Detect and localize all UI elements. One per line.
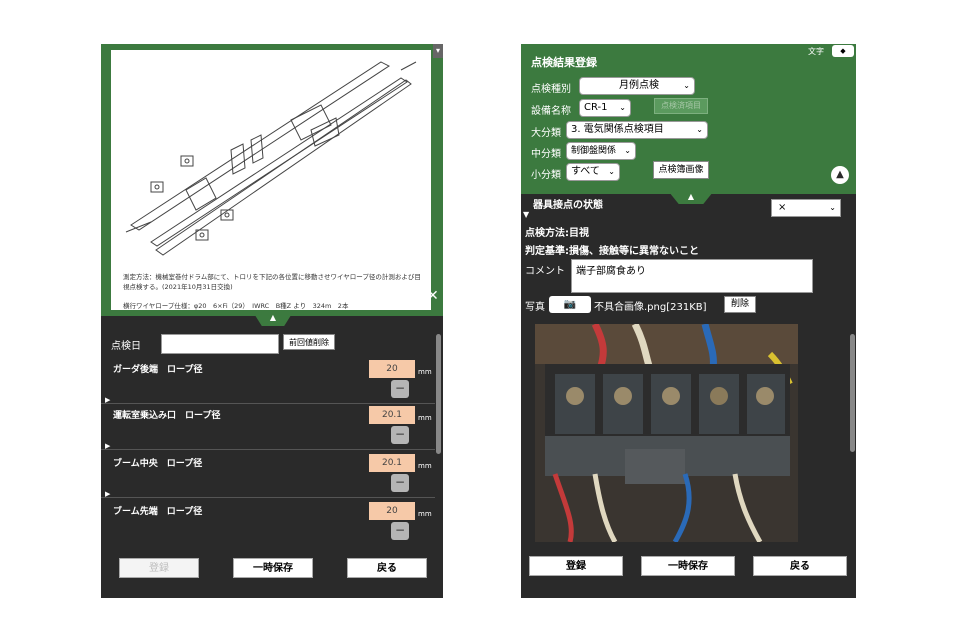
date-input[interactable] [161, 334, 279, 354]
equipment-label: 設備名称 [531, 106, 571, 117]
minus-button[interactable]: − [391, 474, 409, 492]
chevron-down-icon: ⌄ [829, 203, 836, 212]
diagram-scroll-down-icon[interactable]: ▾ [433, 44, 443, 58]
chevron-up-icon: ▲ [269, 313, 277, 322]
major-category-label: 大分類 [531, 128, 561, 139]
measurement-item: ブーム先端 ロープ径 20 mm − [101, 500, 435, 546]
measurement-note: 測定方法：機械室巻付ドラム部にて、トロリを下記の各位置に移動させワイヤロープ径の… [123, 273, 421, 291]
rope-diameter-input[interactable]: 20 [369, 360, 415, 378]
equipment-select[interactable]: CR-1 ⌄ [579, 99, 631, 117]
middle-category-label: 中分類 [531, 149, 561, 160]
expand-arrow-icon[interactable]: ▶ [105, 442, 110, 450]
expand-arrow-icon[interactable]: ▶ [105, 490, 110, 498]
photo-filename: 不具合画像.png[231KB] [594, 302, 707, 313]
inspection-method: 点検方法:目視 [525, 228, 589, 239]
item-name: 運転室乗込み口 ロープ径 [113, 411, 221, 421]
font-size-select[interactable]: ◆ [832, 45, 854, 57]
inspection-date-row: 点検日 前回値削除 [101, 334, 443, 354]
close-diagram-icon[interactable]: ✕ [427, 288, 439, 304]
delete-photo-button[interactable]: 削除 [724, 296, 756, 313]
item-name: ブーム中央 ロープ径 [113, 459, 203, 469]
inspection-entry-panel: 測定方法：機械室巻付ドラム部にて、トロリを下記の各位置に移動させワイヤロープ径の… [101, 44, 443, 598]
middle-category-value: 制御盤関係 [571, 146, 617, 156]
unit-label: mm [418, 510, 432, 518]
chevron-down-icon: ⌄ [619, 103, 626, 112]
rope-spec: 横行ワイヤロープ仕様：φ20 6×Fi（29） IWRC B種Z より 324m… [123, 302, 349, 310]
measurement-item: ブーム中央 ロープ径 20.1 mm − ▶ [101, 452, 435, 498]
major-category-select[interactable]: 3. 電気関係点検項目 ⌄ [566, 121, 708, 139]
rope-diameter-input[interactable]: 20 [369, 502, 415, 520]
item-name: ガーダ後端 ロープ径 [113, 365, 203, 375]
status-value: × [778, 202, 787, 213]
crane-diagram: 測定方法：機械室巻付ドラム部にて、トロリを下記の各位置に移動させワイヤロープ径の… [111, 50, 431, 310]
scrollbar[interactable] [436, 334, 441, 454]
minor-category-label: 小分類 [531, 170, 561, 181]
chevron-down-icon: ⌄ [696, 125, 703, 134]
minus-button[interactable]: − [391, 426, 409, 444]
action-bar: 登録 一時保存 戻る [521, 548, 856, 598]
inspection-type-label: 点検種別 [531, 84, 571, 95]
comment-label: コメント [525, 266, 565, 277]
log-image-button[interactable]: 点検簿画像 [653, 161, 709, 179]
diagram-frame: 測定方法：機械室巻付ドラム部にて、トロリを下記の各位置に移動させワイヤロープ径の… [101, 44, 443, 316]
middle-category-select[interactable]: 制御盤関係 ⌄ [566, 142, 636, 160]
equipment-value: CR-1 [584, 102, 608, 113]
minus-button[interactable]: − [391, 522, 409, 540]
inspection-result-panel: 文字 ◆ 点検結果登録 点検種別 月例点検 ⌄ 設備名称 CR-1 ⌄ 点検済項目 … [521, 44, 856, 598]
inspection-type-select[interactable]: 月例点検 ⌄ [579, 77, 695, 95]
chevron-down-icon: ⌄ [624, 146, 631, 155]
camera-icon[interactable]: 📷 [549, 296, 591, 313]
temp-save-button[interactable]: 一時保存 [641, 556, 735, 576]
status-select[interactable]: × ⌄ [771, 199, 841, 217]
scrollbar[interactable] [850, 334, 855, 452]
minus-button[interactable]: − [391, 380, 409, 398]
temp-save-button[interactable]: 一時保存 [233, 558, 313, 578]
clear-previous-button[interactable]: 前回値削除 [283, 334, 335, 350]
comment-textarea[interactable]: 端子部腐食あり [571, 259, 813, 293]
font-size-label: 文字 [808, 47, 824, 56]
rope-diameter-input[interactable]: 20.1 [369, 406, 415, 424]
back-button[interactable]: 戻る [347, 558, 427, 578]
inspection-type-value: 月例点検 [619, 80, 659, 91]
unit-label: mm [418, 462, 432, 470]
section-title: 器具接点の状態 [533, 200, 603, 211]
collapse-filter-tab[interactable]: ▲ [669, 192, 713, 204]
filter-header: 文字 ◆ 点検結果登録 点検種別 月例点検 ⌄ 設備名称 CR-1 ⌄ 点検済項目 … [521, 44, 856, 194]
register-button[interactable]: 登録 [529, 556, 623, 576]
chevron-down-icon: ⌄ [608, 167, 615, 176]
register-button[interactable]: 登録 [119, 558, 199, 578]
chevron-down-icon: ⌄ [683, 81, 690, 90]
collapse-diagram-tab[interactable]: ▲ [253, 312, 293, 326]
photo-label: 写真 [525, 302, 545, 313]
inspected-items-button[interactable]: 点検済項目 [654, 98, 708, 114]
minor-category-value: すべて [571, 166, 600, 177]
unit-label: mm [418, 368, 432, 376]
major-category-value: 3. 電気関係点検項目 [571, 124, 664, 135]
judgment-criteria: 判定基準:損傷、接触等に異常ないこと [525, 246, 699, 257]
date-label: 点検日 [111, 341, 141, 352]
item-name: ブーム先端 ロープ径 [113, 507, 203, 517]
back-button[interactable]: 戻る [753, 556, 847, 576]
rope-diameter-input[interactable]: 20.1 [369, 454, 415, 472]
minor-category-select[interactable]: すべて ⌄ [566, 163, 620, 181]
terminal-block-photo [535, 324, 798, 542]
measurement-item: 運転室乗込み口 ロープ径 20.1 mm − ▶ [101, 404, 435, 450]
measurement-item: ガーダ後端 ロープ径 20 mm − ▶ [101, 358, 435, 404]
chevron-up-icon: ▲ [687, 192, 695, 201]
expand-arrow-icon[interactable]: ▶ [105, 396, 110, 404]
defect-photo [535, 324, 798, 542]
unit-label: mm [418, 414, 432, 422]
crane-drawing [125, 61, 417, 256]
action-bar: 登録 一時保存 戻る [101, 552, 443, 598]
page-title: 点検結果登録 [531, 56, 597, 69]
collapse-header-icon[interactable]: ▲ [831, 166, 849, 184]
section-expand-icon[interactable]: ▼ [523, 210, 529, 219]
